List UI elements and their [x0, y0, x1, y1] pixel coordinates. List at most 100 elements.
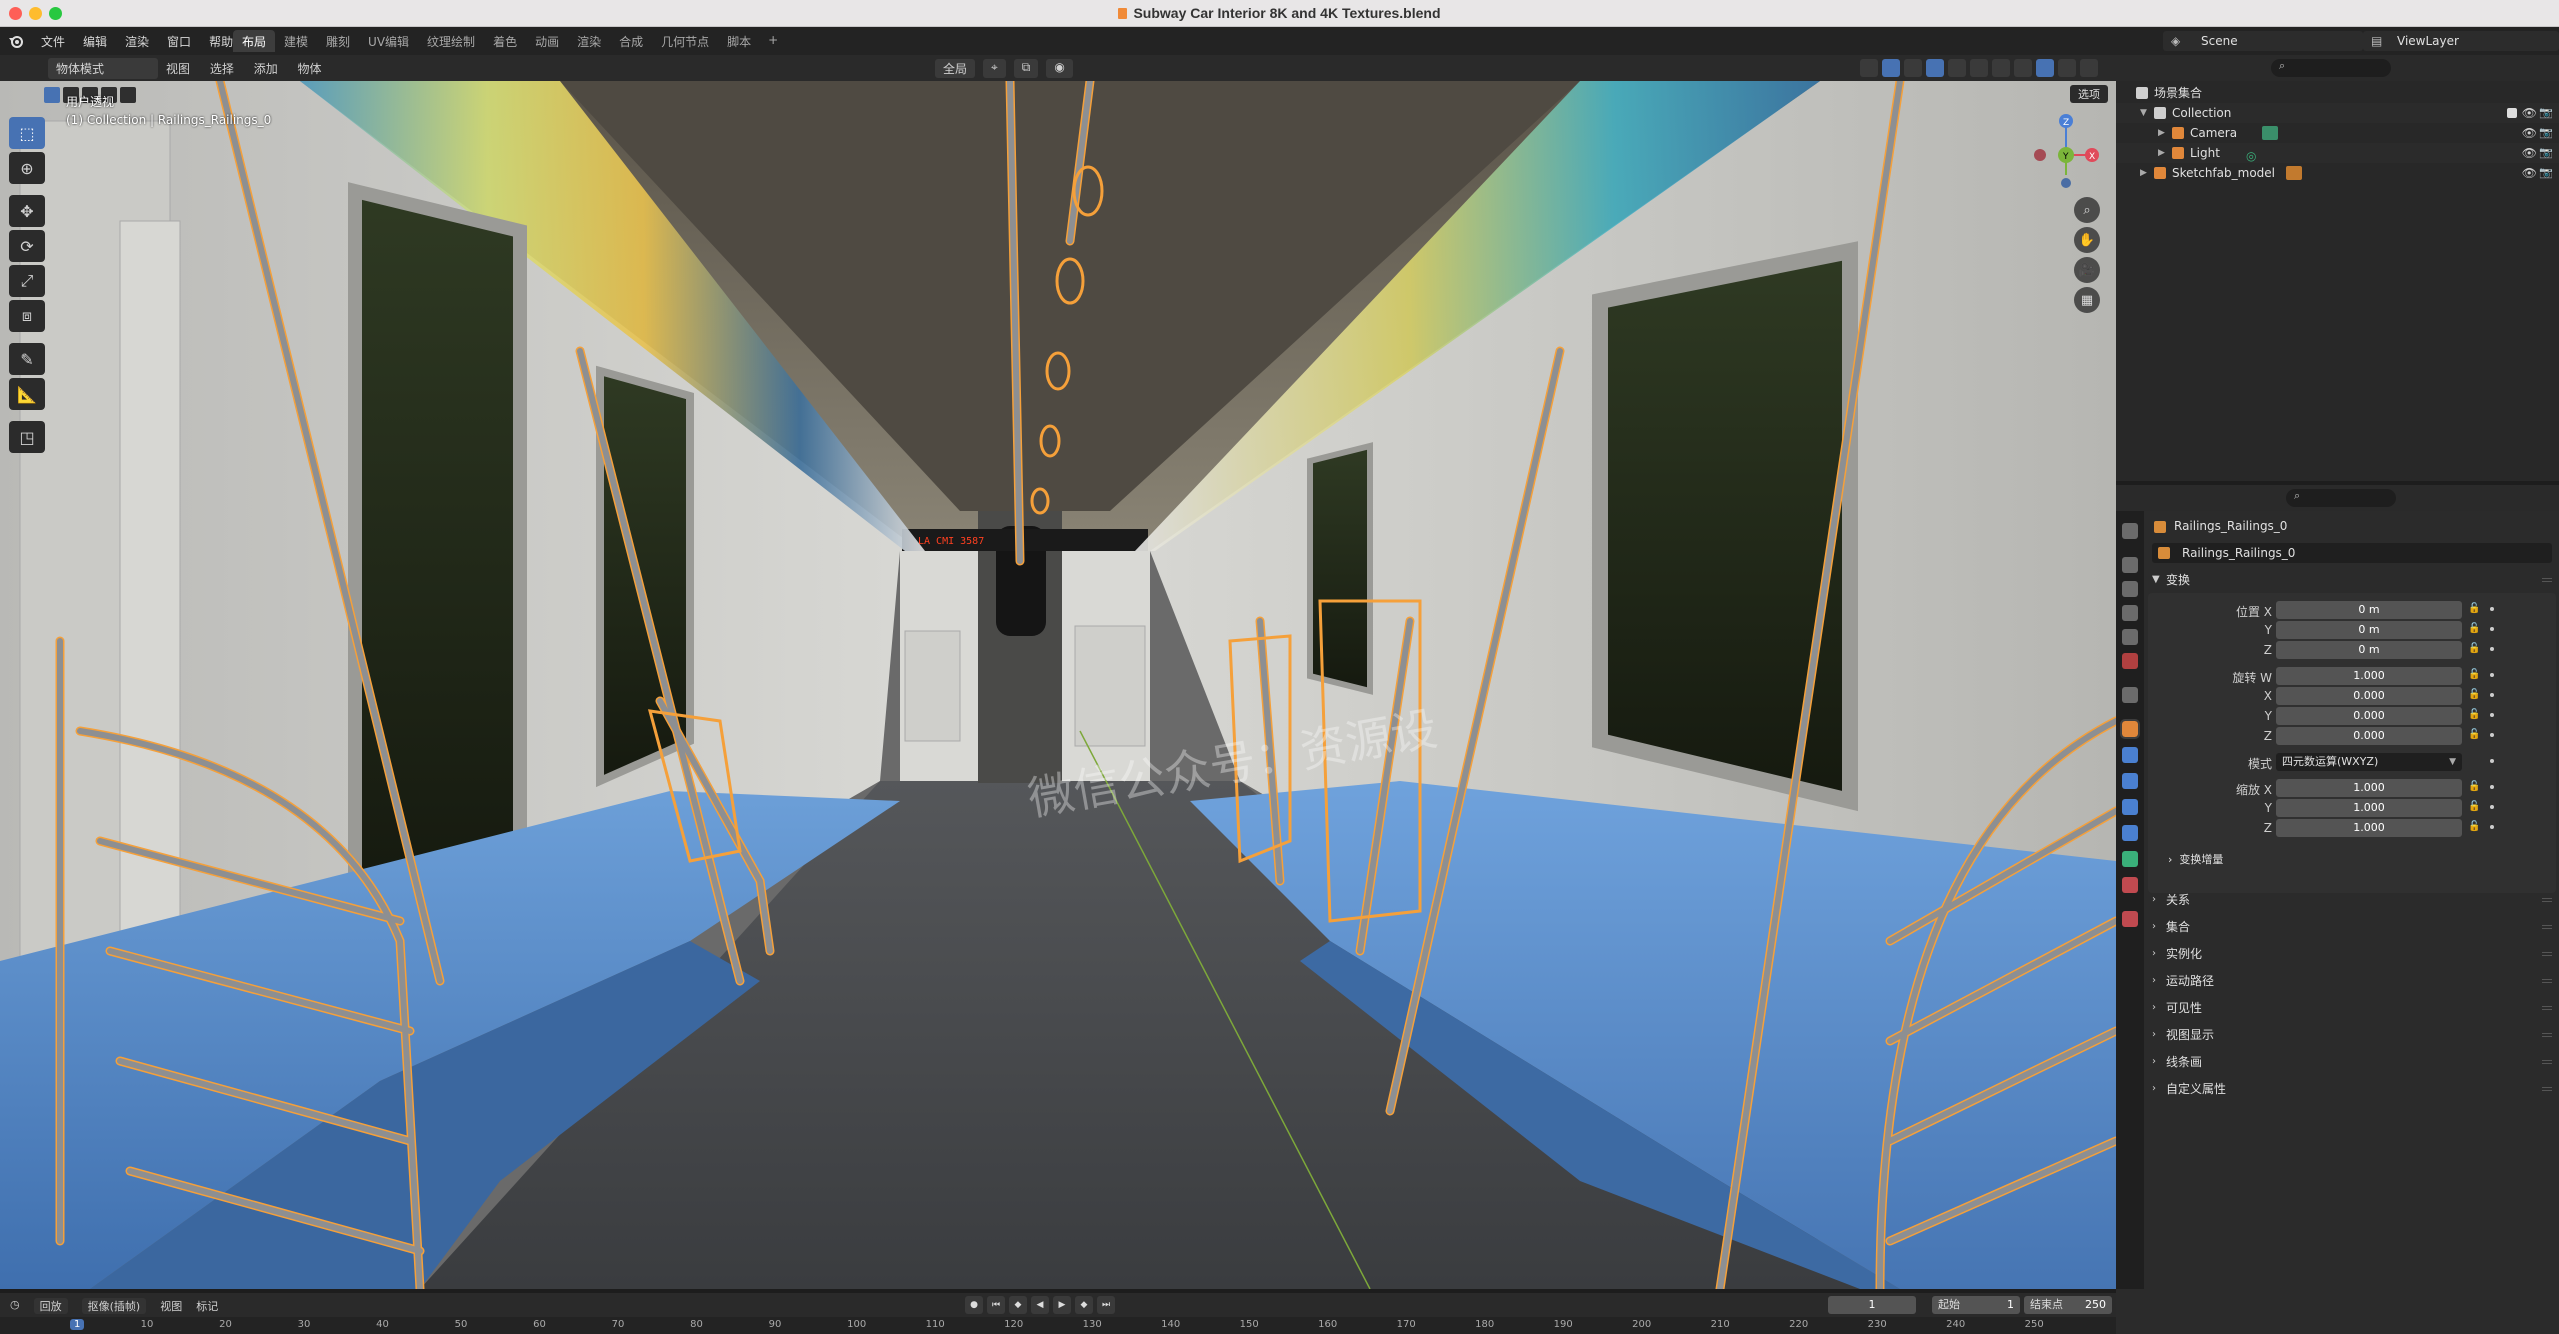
timeline-ruler[interactable]: 1 10 20 30 40 50 60 70 80 90 100 110 120 130 140 150 160… [0, 1317, 2116, 1334]
scale-x-field[interactable]: 1.000 [2276, 779, 2462, 797]
menu-window[interactable]: 窗口 [158, 33, 200, 50]
delta-transform-subpanel[interactable]: › 变换增量 [2168, 851, 2223, 867]
constraints-tab-icon[interactable] [2122, 825, 2138, 841]
scale-z-field[interactable]: 1.000 [2276, 819, 2462, 837]
overlay-toggle[interactable] [1926, 59, 1944, 77]
drag-grip-icon[interactable] [2542, 925, 2552, 929]
drag-grip-icon[interactable] [2542, 1033, 2552, 1037]
lock-icon[interactable]: 🔓 [2468, 643, 2480, 654]
rotate-tool[interactable]: ⟳ [9, 230, 45, 262]
view-layer-selector[interactable]: ▤ ViewLayer [2363, 31, 2559, 51]
panel-relations-header[interactable]: › 关系 [2148, 889, 2556, 911]
eye-icon[interactable]: 👁 [2522, 123, 2537, 143]
shading-dropdown[interactable] [2080, 59, 2098, 77]
tab-texture-paint[interactable]: 纹理绘制 [418, 30, 484, 52]
keyframe-dot-icon[interactable] [2490, 693, 2494, 697]
drag-grip-icon[interactable] [2542, 898, 2552, 902]
keyframe-dot-icon[interactable] [2490, 673, 2494, 677]
keyframe-dot-icon[interactable] [2490, 805, 2494, 809]
pan-hand-icon[interactable]: ✋ [2074, 227, 2100, 253]
keyframe-dot-icon[interactable] [2490, 733, 2494, 737]
lock-icon[interactable]: 🔓 [2468, 821, 2480, 832]
gizmo-dropdown[interactable] [1904, 59, 1922, 77]
keyframe-dot-icon[interactable] [2490, 759, 2494, 763]
lock-icon[interactable]: 🔓 [2468, 623, 2480, 634]
outliner-row-scene-collection[interactable]: 场景集合 [2116, 83, 2559, 103]
tab-modeling[interactable]: 建模 [275, 30, 317, 52]
timeline-view-menu[interactable]: 视图 [160, 1298, 182, 1314]
expand-arrow-icon[interactable]: ▶ [2158, 123, 2165, 143]
lock-icon[interactable]: 🔓 [2468, 669, 2480, 680]
gizmo-toggle[interactable] [1882, 59, 1900, 77]
render-camera-icon[interactable]: 📷 [2539, 123, 2553, 143]
material-preview-button[interactable] [2036, 59, 2054, 77]
tab-rendering[interactable]: 渲染 [568, 30, 610, 52]
scale-tool[interactable]: ⤢ [9, 265, 45, 297]
tool-tab-icon[interactable] [2122, 523, 2138, 539]
play-reverse-icon[interactable]: ◀ [1031, 1296, 1049, 1314]
expand-arrow-icon[interactable]: ▶ [2140, 163, 2147, 183]
location-x-field[interactable]: 0 m [2276, 601, 2462, 619]
object-name-field[interactable]: Railings_Railings_0 [2152, 543, 2552, 563]
menu-file[interactable]: 文件 [32, 33, 74, 50]
keyframe-dot-icon[interactable] [2490, 627, 2494, 631]
wireframe-shading-button[interactable] [1992, 59, 2010, 77]
keyframe-dot-icon[interactable] [2490, 647, 2494, 651]
output-tab-icon[interactable] [2122, 581, 2138, 597]
expand-arrow-icon[interactable]: ▼ [2140, 103, 2147, 123]
panel-line-art-header[interactable]: › 线条画 [2148, 1051, 2556, 1073]
object-mode-dropdown[interactable]: 物体模式 [48, 57, 158, 79]
solid-shading-button[interactable] [2014, 59, 2032, 77]
outliner-row-collection[interactable]: ▼ Collection 👁 📷 [2116, 103, 2559, 123]
record-icon[interactable]: ● [965, 1296, 983, 1314]
outliner-row-light[interactable]: ▶ Light ◎ 👁 📷 [2116, 143, 2559, 163]
menu-select[interactable]: 选择 [202, 62, 242, 76]
rendered-shading-button[interactable] [2058, 59, 2076, 77]
drag-grip-icon[interactable] [2542, 952, 2552, 956]
lock-icon[interactable]: 🔓 [2468, 603, 2480, 614]
world-tab-icon[interactable] [2122, 653, 2138, 669]
select-new-button[interactable] [44, 87, 60, 103]
modifiers-tab-icon[interactable] [2122, 747, 2138, 763]
scene-selector[interactable]: ◈ Scene [2163, 31, 2363, 51]
light-data-icon[interactable]: ◎ [2246, 146, 2262, 163]
measure-tool[interactable]: 📐 [9, 378, 45, 410]
tab-geometry-nodes[interactable]: 几何节点 [652, 30, 718, 52]
keyframe-dot-icon[interactable] [2490, 713, 2494, 717]
object-tab-icon[interactable] [2120, 719, 2140, 739]
view-layer-tab-icon[interactable] [2122, 605, 2138, 621]
drag-grip-icon[interactable] [2542, 979, 2552, 983]
texture-tab-icon[interactable] [2122, 911, 2138, 927]
data-tab-icon[interactable] [2122, 851, 2138, 867]
end-frame-field[interactable]: 结束点 250 [2024, 1296, 2112, 1314]
markers-menu[interactable]: 标记 [196, 1298, 218, 1314]
proportional-edit-toggle[interactable]: ◉ [1046, 59, 1073, 78]
lock-icon[interactable]: 🔓 [2468, 709, 2480, 720]
visibility-dropdown[interactable] [1860, 59, 1878, 77]
panel-visibility-header[interactable]: › 可见性 [2148, 997, 2556, 1019]
eye-icon[interactable]: 👁 [2522, 103, 2537, 123]
panel-instancing-header[interactable]: › 实例化 [2148, 943, 2556, 965]
scale-y-field[interactable]: 1.000 [2276, 799, 2462, 817]
options-dropdown[interactable]: 选项 [2070, 85, 2108, 103]
outliner-row-camera[interactable]: ▶ Camera 👁 📷 [2116, 123, 2559, 143]
menu-render[interactable]: 渲染 [116, 33, 158, 50]
outliner-row-sketchfab-model[interactable]: ▶ Sketchfab_model 👁 📷 [2116, 163, 2559, 183]
tab-sculpting[interactable]: 雕刻 [317, 30, 359, 52]
render-camera-icon[interactable]: 📷 [2539, 163, 2553, 183]
lock-icon[interactable]: 🔓 [2468, 801, 2480, 812]
snap-toggle[interactable]: ⧉ [1013, 59, 1039, 78]
perspective-grid-icon[interactable]: ▦ [2074, 287, 2100, 313]
cursor-tool[interactable]: ⊕ [9, 152, 45, 184]
navigation-gizmo[interactable]: Z X Y [2020, 109, 2100, 189]
camera-view-icon[interactable]: 🎥 [2074, 257, 2100, 283]
panel-collections-header[interactable]: › 集合 [2148, 916, 2556, 938]
add-workspace-button[interactable]: + [760, 30, 786, 52]
tab-layout[interactable]: 布局 [233, 30, 276, 52]
drag-grip-icon[interactable] [2542, 578, 2552, 582]
location-y-field[interactable]: 0 m [2276, 621, 2462, 639]
3d-viewport[interactable]: LA CMI 3587 微信公众号：资源设 用户透视 (1) Collectio… [0, 81, 2116, 1289]
particles-tab-icon[interactable] [2122, 773, 2138, 789]
children-icon[interactable] [2286, 166, 2302, 180]
tab-uv-editing[interactable]: UV编辑 [359, 30, 418, 52]
